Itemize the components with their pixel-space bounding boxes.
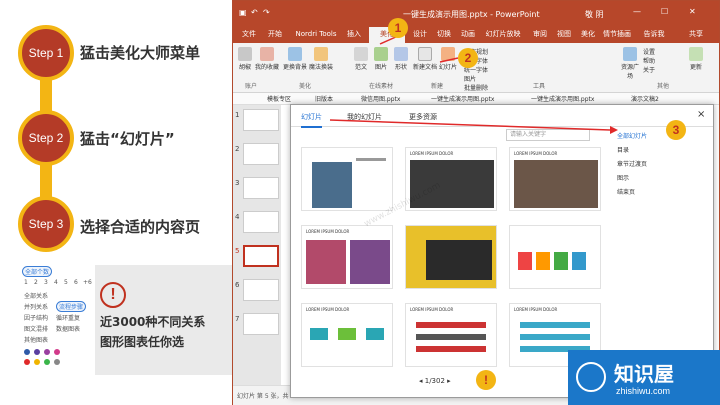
arrow-3 <box>329 119 611 131</box>
marker-2: 2 <box>458 48 478 68</box>
arrow-3-head <box>610 126 618 134</box>
annotation-arrows <box>329 35 618 134</box>
marker-3: 3 <box>666 120 686 140</box>
logo-text-en: zhishiwu.com <box>616 386 671 396</box>
logo-icon <box>576 362 606 392</box>
arrow-2 <box>439 57 459 63</box>
logo-text-cn: 知识屋 <box>614 362 674 386</box>
marker-exclamation: ! <box>476 370 496 390</box>
marker-1: 1 <box>388 18 408 38</box>
site-logo: 知识屋 zhishiwu.com <box>568 350 720 405</box>
